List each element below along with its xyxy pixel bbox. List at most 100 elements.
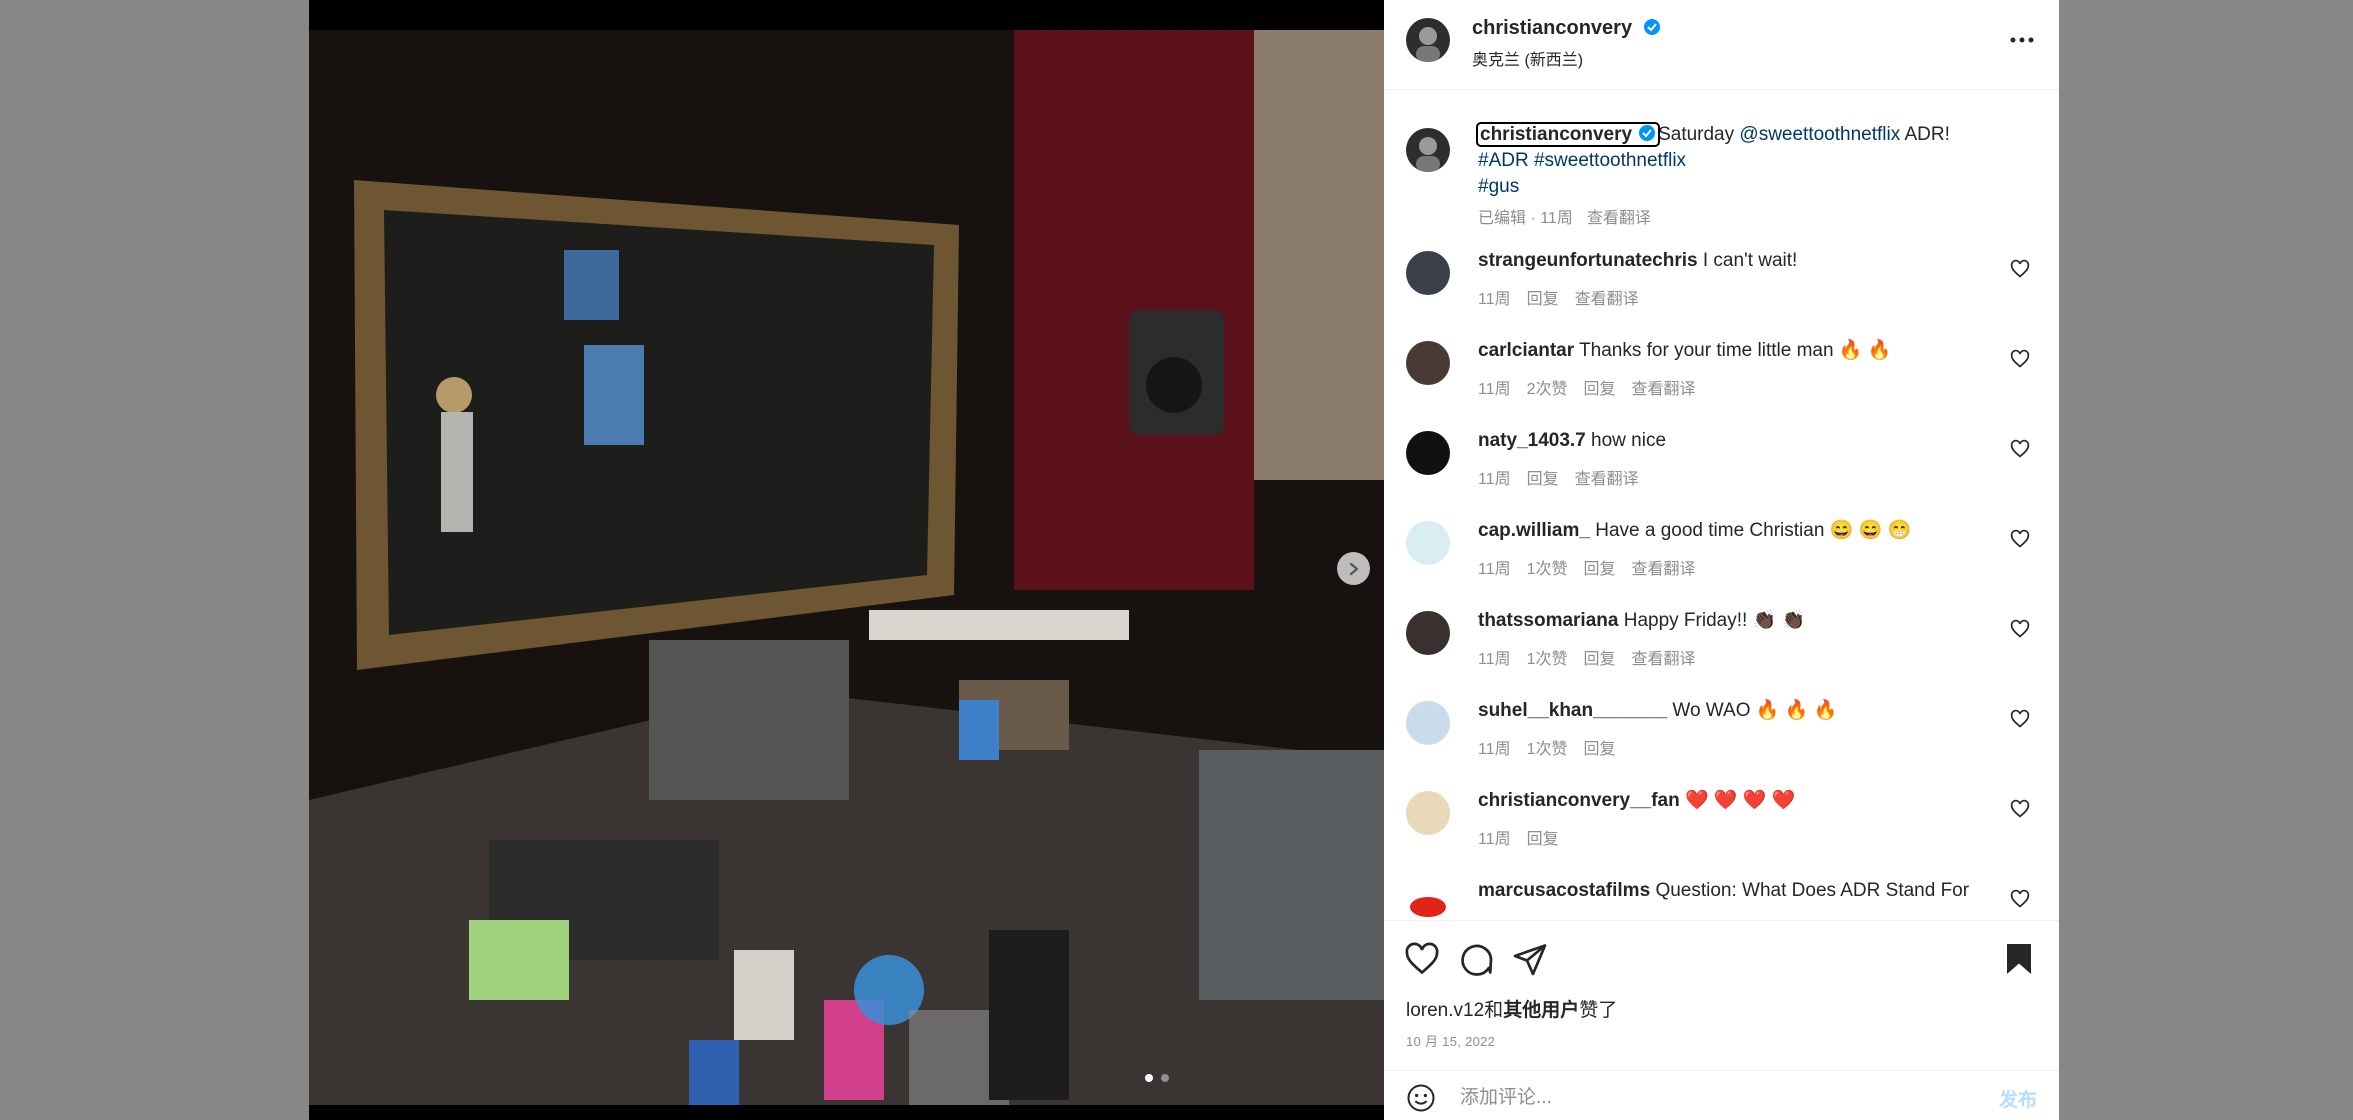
like-comment-heart-icon[interactable] <box>2010 529 2030 549</box>
commenter-avatar[interactable] <box>1406 341 1450 385</box>
emoji-smiley-icon[interactable] <box>1406 1083 1436 1113</box>
comment-like-count[interactable]: 2次赞 <box>1527 381 1568 398</box>
post-comment-button[interactable]: 发布 <box>1999 1085 2037 1112</box>
caption-translate-link[interactable]: 查看翻译 <box>1587 210 1651 227</box>
comment-time[interactable]: 11周 <box>1478 471 1511 488</box>
reply-button[interactable]: 回复 <box>1584 561 1616 578</box>
caption-hashtag-gus[interactable]: #gus <box>1478 176 1519 197</box>
comment-time[interactable]: 11周 <box>1478 831 1511 848</box>
comment-text: Happy Friday!! 👏🏿 👏🏿 <box>1623 610 1806 631</box>
commenter-avatar[interactable] <box>1406 611 1450 655</box>
comment-username[interactable]: naty_1403.7 <box>1478 430 1586 451</box>
next-photo-button[interactable] <box>1337 552 1370 585</box>
comment-text: Have a good time Christian 😄 😄 😁 <box>1595 520 1912 541</box>
commenter-avatar[interactable] <box>1406 791 1450 835</box>
comment-text: Question: What Does ADR Stand For <box>1655 880 1970 901</box>
comment-time[interactable]: 11周 <box>1478 381 1511 398</box>
caption-author-name[interactable]: christianconvery <box>1480 124 1632 145</box>
comment-meta: 11周 回复 查看翻译 <box>1478 285 1639 309</box>
likes-summary: loren.v12和其他用户赞了 <box>1406 995 1617 1022</box>
commenter-avatar[interactable] <box>1406 251 1450 295</box>
comment-username[interactable]: cap.william_ <box>1478 520 1590 541</box>
comment-item: cap.william_ Have a good time Christian … <box>1406 515 2036 605</box>
commenter-avatar[interactable] <box>1406 881 1450 920</box>
post-sidebar: christianconvery 奥克兰 (新西兰) christianconv… <box>1384 0 2059 1120</box>
likes-first-user[interactable]: loren.v12 <box>1406 1000 1484 1021</box>
comment-text: I can't wait! <box>1702 250 1798 271</box>
more-horizontal-icon <box>2010 37 2034 43</box>
comment-meta: 11周 1次赞 回复 <box>1478 735 1616 759</box>
comment-time[interactable]: 11周 <box>1478 741 1511 758</box>
caption-author-avatar[interactable] <box>1406 128 1450 172</box>
like-comment-heart-icon[interactable] <box>2010 709 2030 729</box>
comment-item: christianconvery__fan ❤️ ❤️ ❤️ ❤️ 11周 回复 <box>1406 785 2036 875</box>
like-comment-heart-icon[interactable] <box>2010 349 2030 369</box>
post-media[interactable] <box>309 0 1384 1120</box>
comment-time[interactable]: 11周 <box>1478 291 1511 308</box>
reply-button[interactable]: 回复 <box>1527 291 1559 308</box>
comment-like-count[interactable]: 1次赞 <box>1527 561 1568 578</box>
comment-text: Wo WAO 🔥 🔥 🔥 <box>1672 700 1838 721</box>
share-paper-plane-icon[interactable] <box>1512 941 1548 977</box>
like-comment-heart-icon[interactable] <box>2010 889 2030 909</box>
translate-button[interactable]: 查看翻译 <box>1632 561 1696 578</box>
post-header: christianconvery 奥克兰 (新西兰) <box>1384 0 2059 90</box>
post-date[interactable]: 10 月 15, 2022 <box>1406 1031 1495 1050</box>
more-options-button[interactable] <box>2007 28 2037 52</box>
comment-username[interactable]: carlciantar <box>1478 340 1574 361</box>
translate-button[interactable]: 查看翻译 <box>1575 471 1639 488</box>
caption-mention-link[interactable]: @sweettoothnetflix <box>1739 124 1900 145</box>
commenter-avatar[interactable] <box>1406 701 1450 745</box>
bookmark-saved-icon[interactable] <box>2001 941 2037 977</box>
comment-item: marcusacostafilms Question: What Does AD… <box>1406 875 2036 920</box>
comment-like-count[interactable]: 1次赞 <box>1527 741 1568 758</box>
comment-username[interactable]: christianconvery__fan <box>1478 790 1680 811</box>
studio-photo <box>309 0 1384 1105</box>
comment-input[interactable] <box>1460 1083 1960 1113</box>
likes-connector: 和 <box>1484 1000 1504 1021</box>
caption-tail: ADR! <box>1900 124 1950 145</box>
likes-others-link[interactable]: 其他用户 <box>1503 1000 1579 1021</box>
translate-button[interactable]: 查看翻译 <box>1575 291 1639 308</box>
translate-button[interactable]: 查看翻译 <box>1632 651 1696 668</box>
commenter-avatar[interactable] <box>1406 521 1450 565</box>
likes-suffix: 赞了 <box>1579 1000 1618 1021</box>
post-location[interactable]: 奥克兰 (新西兰) <box>1472 46 1583 70</box>
commenter-avatar[interactable] <box>1406 431 1450 475</box>
comment-time[interactable]: 11周 <box>1478 561 1511 578</box>
caption-hashtags[interactable]: #ADR #sweettoothnetflix <box>1478 150 1686 171</box>
comment-item: suhel__khan_______ Wo WAO 🔥 🔥 🔥 11周 1次赞 回复 <box>1406 695 2036 785</box>
author-username[interactable]: christianconvery <box>1472 17 1632 39</box>
reply-button[interactable]: 回复 <box>1527 471 1559 488</box>
reply-button[interactable]: 回复 <box>1527 831 1559 848</box>
comment-username[interactable]: strangeunfortunatechris <box>1478 250 1698 271</box>
like-heart-icon[interactable] <box>1404 941 1440 977</box>
comment-like-count[interactable]: 1次赞 <box>1527 651 1568 668</box>
reply-button[interactable]: 回复 <box>1584 741 1616 758</box>
comment-username[interactable]: thatssomariana <box>1478 610 1618 631</box>
carousel-dot <box>1161 1074 1169 1082</box>
author-avatar[interactable] <box>1406 18 1450 62</box>
like-comment-heart-icon[interactable] <box>2010 439 2030 459</box>
verified-badge-icon <box>1639 125 1656 141</box>
comment-time[interactable]: 11周 <box>1478 651 1511 668</box>
reply-button[interactable]: 回复 <box>1584 651 1616 668</box>
caption-edited-time: 已编辑 · 11周 <box>1478 210 1573 227</box>
comment-bubble-icon[interactable] <box>1458 941 1494 977</box>
caption-author-username[interactable]: christianconvery <box>1475 122 1661 147</box>
comment-username[interactable]: suhel__khan_______ <box>1478 700 1667 721</box>
carousel-dot-active <box>1145 1074 1153 1082</box>
like-comment-heart-icon[interactable] <box>2010 259 2030 279</box>
like-comment-heart-icon[interactable] <box>2010 799 2030 819</box>
translate-button[interactable]: 查看翻译 <box>1632 381 1696 398</box>
like-comment-heart-icon[interactable] <box>2010 619 2030 639</box>
comment-meta: 11周 2次赞 回复 查看翻译 <box>1478 375 1696 399</box>
reply-button[interactable]: 回复 <box>1584 381 1616 398</box>
comment-composer: 发布 <box>1384 1070 2059 1120</box>
comment-meta: 11周 1次赞 回复 查看翻译 <box>1478 555 1696 579</box>
comment-meta: 11周 回复 查看翻译 <box>1478 465 1639 489</box>
carousel-dots <box>1145 1074 1169 1082</box>
comment-item: thatssomariana Happy Friday!! 👏🏿 👏🏿 11周 1… <box>1406 605 2036 695</box>
comments-list[interactable]: christianconvery Saturday @sweettoothnetf… <box>1384 90 2059 920</box>
comment-username[interactable]: marcusacostafilms <box>1478 880 1650 901</box>
